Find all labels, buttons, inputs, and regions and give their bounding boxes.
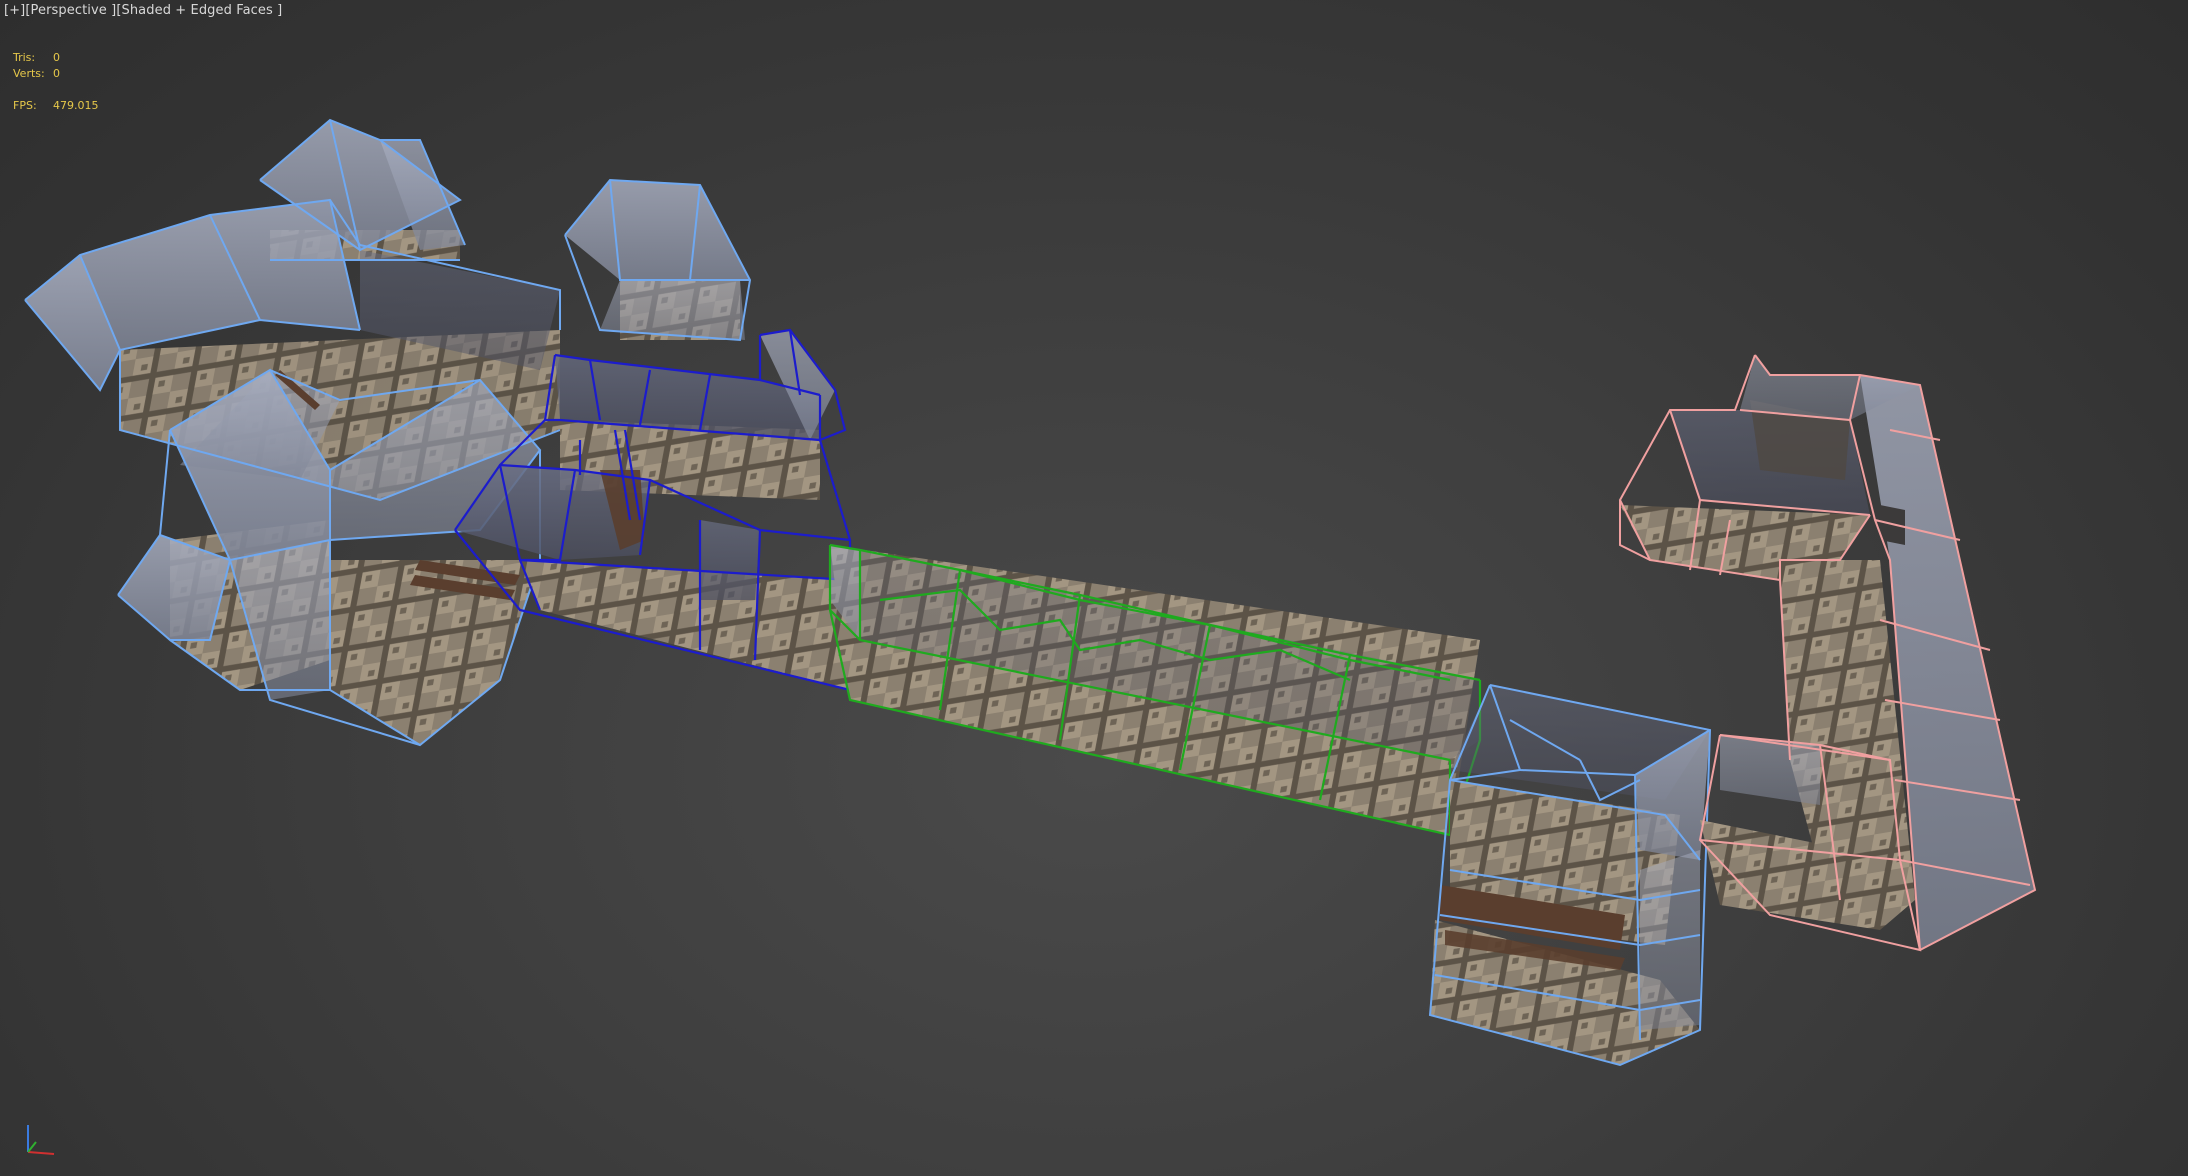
corridor-green[interactable] <box>828 543 1482 837</box>
axis-tripod-icon <box>27 1125 55 1155</box>
viewport-perspective[interactable]: [+][Perspective ][Shaded + Edged Faces ]… <box>0 0 2188 1176</box>
room-right-blue[interactable] <box>1428 684 1712 1067</box>
scene-geometry[interactable] <box>0 0 2188 1176</box>
